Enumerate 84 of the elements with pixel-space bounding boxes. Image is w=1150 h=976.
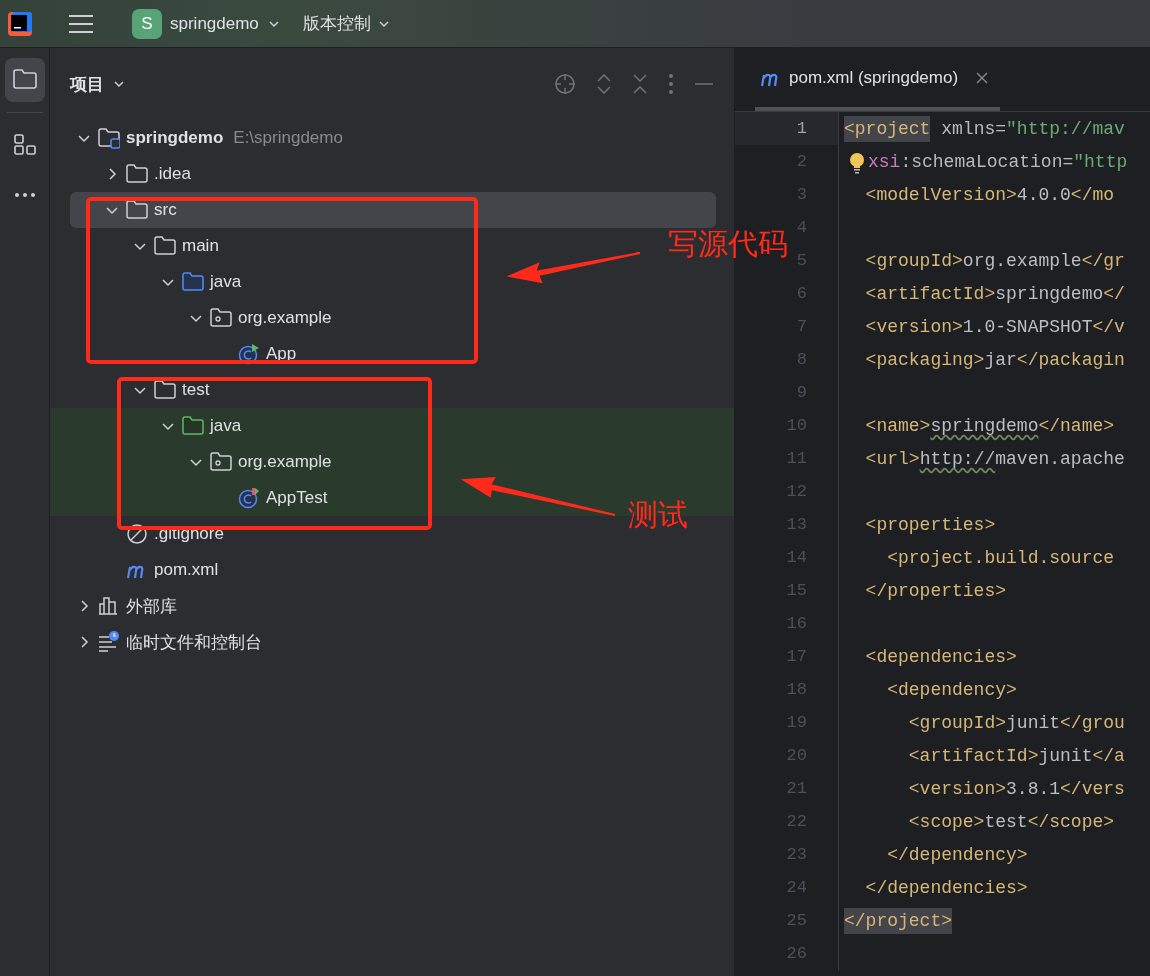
folder-icon [126, 199, 148, 221]
code-line: <url>http://maven.apache [864, 448, 1125, 469]
locate-icon[interactable] [554, 73, 576, 95]
code-line: <name>springdemo</name> [864, 415, 1115, 436]
scratch-file-icon [98, 631, 120, 653]
tree-item[interactable]: org.example [70, 444, 340, 480]
package-folder-icon [210, 307, 232, 329]
tree-item[interactable]: src [70, 192, 185, 228]
item-label: pom.xml [154, 560, 219, 580]
project-selector[interactable]: S springdemo [128, 4, 285, 43]
folder-icon [154, 379, 176, 401]
folder-icon [182, 271, 204, 293]
item-label: org.example [238, 452, 332, 472]
project-avatar: S [132, 8, 162, 39]
menu-icon[interactable] [68, 12, 94, 35]
app-logo-icon[interactable] [8, 11, 32, 36]
tree-item[interactable]: java [70, 264, 250, 300]
line-number: 1 [735, 112, 839, 145]
collapse-all-icon[interactable] [632, 73, 648, 95]
item-label: test [182, 380, 210, 400]
item-label: org.example [238, 308, 332, 328]
tree-item[interactable]: App [70, 336, 305, 372]
more-options-icon[interactable] [668, 73, 674, 95]
item-label: .gitignore [154, 524, 224, 544]
code-line: <version>1.0-SNAPSHOT</v [864, 316, 1125, 337]
tree-item[interactable]: .gitignore [70, 516, 232, 552]
item-label: springdemo [126, 128, 224, 148]
tree-item[interactable]: pom.xml [70, 552, 227, 588]
code-line: <dependencies> [864, 646, 1017, 667]
tree-item[interactable]: .idea [70, 156, 199, 192]
tree-item[interactable]: org.example [70, 300, 340, 336]
close-icon[interactable] [976, 71, 989, 84]
library-icon [98, 595, 120, 617]
tree-item[interactable]: java [70, 408, 250, 444]
code-line: <dependency> [886, 679, 1017, 700]
tree-item[interactable]: AppTest [70, 480, 336, 516]
code-line: xsi:schemaLocation="http [868, 151, 1128, 172]
item-label: 临时文件和控制台 [126, 631, 262, 654]
module-folder-icon [98, 127, 120, 149]
item-label: .idea [154, 164, 191, 184]
expand-all-icon[interactable] [596, 73, 612, 95]
code-line: <artifactId>springdemo</ [864, 283, 1125, 304]
tree-item[interactable]: 临时文件和控制台 [70, 624, 270, 660]
code-line: <scope>test</scope> [907, 811, 1115, 832]
vcs-label: 版本控制 [302, 13, 371, 35]
code-line: <properties> [864, 514, 996, 535]
item-label: 外部库 [126, 595, 177, 618]
package-folder-icon [210, 451, 232, 473]
project-view-selector[interactable]: 项目 [70, 72, 126, 96]
class-icon [238, 487, 260, 509]
code-line: <modelVersion>4.0.0</mo [864, 184, 1115, 205]
code-line: <artifactId>junit</a [907, 745, 1125, 766]
code-line: <version>3.8.1</vers [907, 778, 1125, 799]
folder-icon [182, 415, 204, 437]
annotation-label: 写源代码 [668, 229, 788, 259]
folder-icon [154, 235, 176, 257]
structure-icon [11, 132, 38, 158]
project-name: springdemo [170, 13, 259, 34]
code-line: </dependency> [886, 844, 1028, 865]
item-label: src [154, 200, 177, 220]
item-label: java [210, 272, 242, 292]
code-line: <project xmlns="http://mav [844, 118, 1125, 139]
annotation-label: 测试 [628, 500, 688, 530]
code-line: <groupId>org.example</gr [864, 250, 1125, 271]
tool-window-button[interactable] [4, 58, 45, 102]
module-path: E:\springdemo [233, 128, 343, 148]
more-icon [13, 192, 36, 198]
folder-icon [126, 163, 148, 185]
tree-item[interactable]: 外部库 [70, 588, 185, 624]
ignored-file-icon [126, 523, 148, 545]
item-label: java [210, 416, 242, 436]
tree-item[interactable]: main [70, 228, 227, 264]
code-line: <groupId>junit</grou [907, 712, 1125, 733]
code-line: <packaging>jar</packagin [864, 349, 1125, 370]
item-label: AppTest [266, 488, 328, 508]
code-line: </dependencies> [864, 877, 1028, 898]
item-label: App [266, 344, 297, 364]
vcs-menu[interactable]: 版本控制 [298, 8, 395, 39]
tree-item[interactable]: test [70, 372, 218, 408]
code-line: <project.build.source [886, 547, 1115, 568]
item-label: main [182, 236, 219, 256]
panel-title: 项目 [70, 73, 104, 96]
code-line: </properties> [864, 580, 1007, 601]
tree-item[interactable]: springdemo E:\springdemo [70, 120, 351, 156]
